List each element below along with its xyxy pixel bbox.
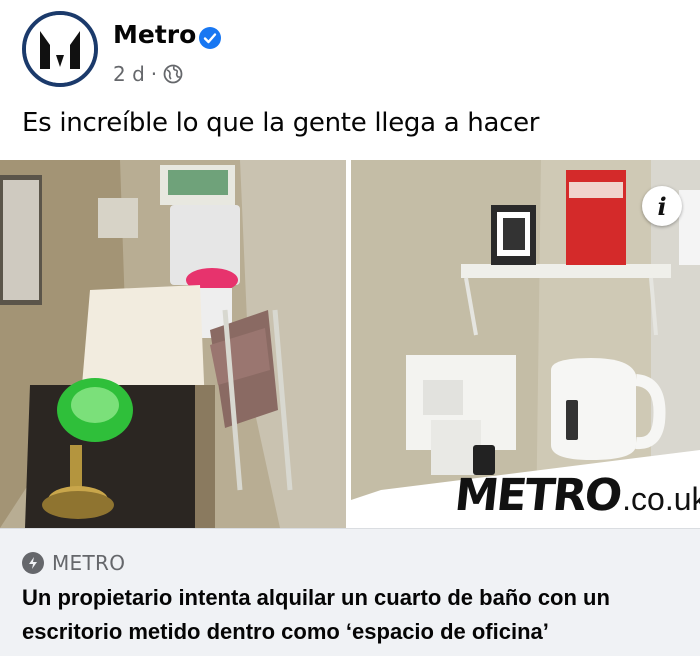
globe-icon[interactable]: [163, 64, 183, 84]
link-preview-card[interactable]: METRO Un propietario intenta alquilar un…: [0, 528, 700, 656]
author-name[interactable]: Metro: [113, 20, 196, 49]
post-header: Metro 2 d ·: [0, 0, 700, 100]
post-timestamp[interactable]: 2 d: [113, 62, 145, 86]
photo-bathroom-desk[interactable]: [0, 160, 346, 528]
bolt-icon: [22, 552, 44, 574]
metro-watermark: METRO .co.uk: [452, 470, 700, 530]
watermark-suffix: .co.uk: [622, 481, 700, 517]
meta-separator: ·: [150, 62, 158, 86]
watermark-main: METRO: [452, 470, 623, 521]
link-source: METRO: [22, 551, 125, 575]
post-meta: 2 d ·: [113, 61, 183, 87]
info-icon[interactable]: i: [642, 186, 682, 226]
verified-badge-icon: [199, 27, 221, 49]
post-text: Es increíble lo que la gente llega a hac…: [22, 108, 540, 138]
link-title[interactable]: Un propietario intenta alquilar un cuart…: [22, 581, 682, 649]
metro-logo-icon[interactable]: [22, 11, 98, 87]
link-source-label: METRO: [52, 551, 126, 575]
